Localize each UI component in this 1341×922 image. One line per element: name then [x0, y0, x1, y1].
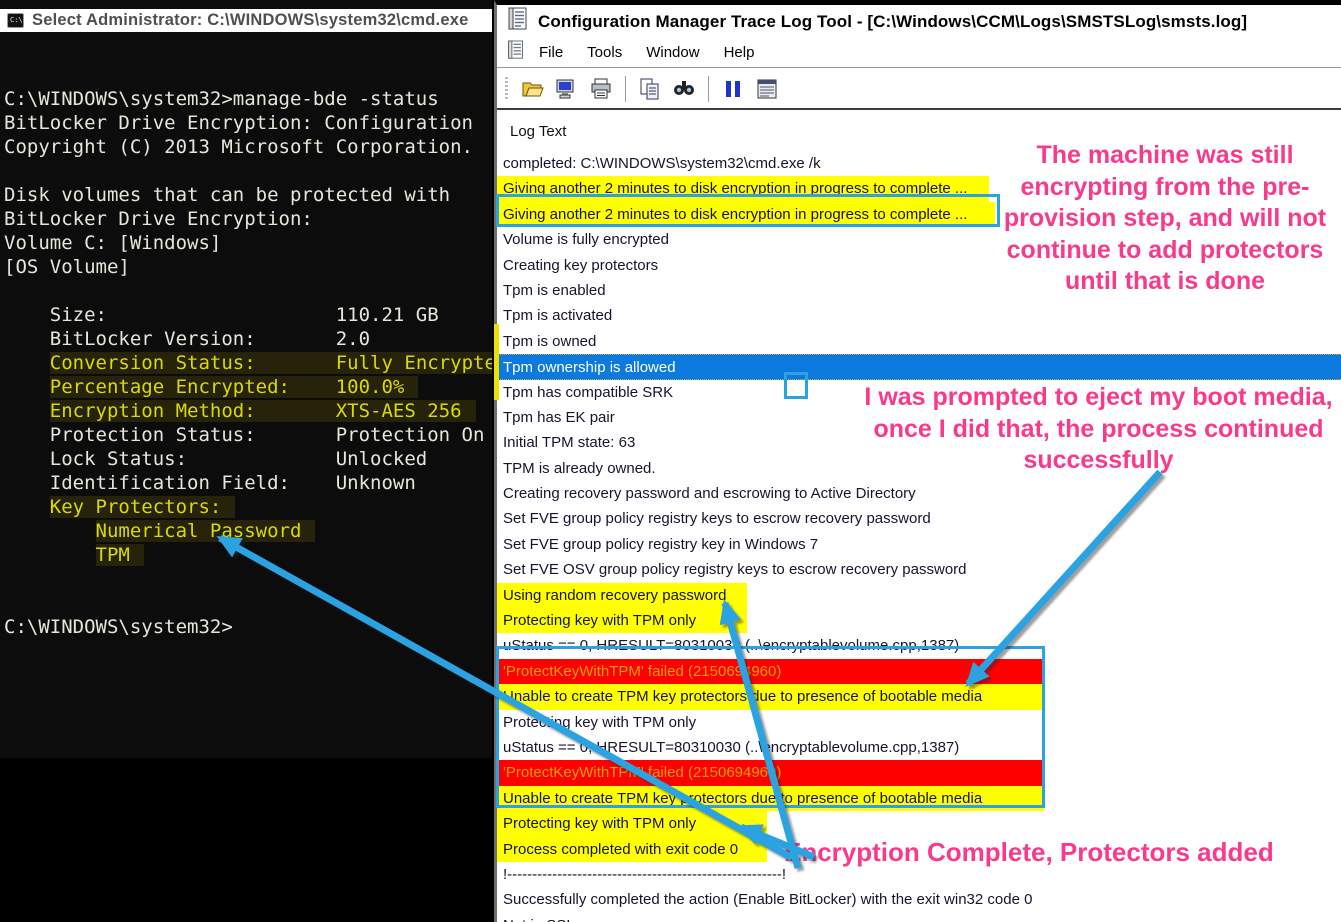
menu-file[interactable]: File	[539, 44, 563, 61]
cmd-line	[4, 159, 492, 183]
menu-tools[interactable]: Tools	[587, 44, 622, 61]
cmd-line: Copyright (C) 2013 Microsoft Corporation…	[4, 135, 492, 159]
cmd-line: Key Protectors:	[4, 495, 492, 519]
cmtrace-titlebar[interactable]: Configuration Manager Trace Log Tool - […	[497, 5, 1341, 38]
log-row[interactable]: Successfully completed the action (Enabl…	[497, 887, 1341, 912]
cmd-window-title: Select Administrator: C:\WINDOWS\system3…	[32, 11, 468, 30]
menu-help[interactable]: Help	[724, 44, 755, 61]
log-row[interactable]: Protecting key with TPM only	[497, 608, 1341, 633]
log-row[interactable]: Tpm ownership is allowed	[497, 354, 1341, 379]
note-eject-media: I was prompted to eject my boot media, o…	[856, 382, 1341, 477]
cmd-line: Lock Status: Unlocked	[4, 447, 492, 471]
cmd-line: Disk volumes that can be protected with	[4, 183, 492, 207]
cmtrace-app-icon	[507, 7, 529, 36]
log-row[interactable]: 'ProtectKeyWithTPM' failed (2150694960)	[497, 760, 1341, 785]
log-row[interactable]: Tpm is activated	[497, 303, 1341, 328]
document-icon	[507, 40, 525, 65]
cmd-line: BitLocker Drive Encryption: Configuratio…	[4, 111, 492, 135]
screenshot-root: C:\ Select Administrator: C:\WINDOWS\sys…	[0, 0, 1341, 922]
cmd-line: Conversion Status: Fully Encrypted	[4, 351, 492, 375]
cmd-line: Volume C: [Windows]	[4, 231, 492, 255]
cmd-icon: C:\	[7, 13, 24, 28]
cmd-line	[4, 279, 492, 303]
cmd-terminal-output[interactable]: C:\WINDOWS\system32>manage-bde -statusBi…	[0, 32, 492, 758]
cmd-line: C:\WINDOWS\system32>manage-bde -status	[4, 87, 492, 111]
cmd-line: [OS Volume]	[4, 255, 492, 279]
find-icon[interactable]	[672, 77, 696, 101]
log-row[interactable]: Protecting key with TPM only	[497, 811, 1341, 836]
cmd-line	[4, 567, 492, 591]
cmd-line: BitLocker Version: 2.0	[4, 327, 492, 351]
copy-icon[interactable]	[638, 77, 662, 101]
log-row[interactable]: Set FVE OSV group policy registry keys t…	[497, 557, 1341, 582]
cmd-window: C:\ Select Administrator: C:\WINDOWS\sys…	[0, 0, 492, 758]
log-row[interactable]: Using random recovery password	[497, 583, 1341, 608]
print-icon[interactable]	[589, 77, 613, 101]
open-file-icon[interactable]	[521, 77, 545, 101]
pause-icon[interactable]	[721, 77, 745, 101]
cmtrace-toolbar	[497, 69, 1341, 110]
note-encryption-complete: Encryption Complete, Protectors added	[784, 838, 1341, 866]
log-row[interactable]: uStatus == 0, HRESULT=80310030 (..\encry…	[497, 735, 1341, 760]
view-host-icon[interactable]	[555, 77, 579, 101]
log-row[interactable]: Set FVE group policy registry keys to es…	[497, 506, 1341, 531]
cmd-line	[4, 591, 492, 615]
cmd-line: Identification Field: Unknown	[4, 471, 492, 495]
log-layout-icon[interactable]	[755, 77, 779, 101]
cmd-titlebar[interactable]: C:\ Select Administrator: C:\WINDOWS\sys…	[0, 9, 492, 32]
log-row[interactable]: Protecting key with TPM only	[497, 710, 1341, 735]
cmd-line: Protection Status: Protection On	[4, 423, 492, 447]
cmtrace-window-title: Configuration Manager Trace Log Tool - […	[538, 12, 1247, 32]
toolbar-separator	[625, 76, 626, 102]
cmtrace-menubar: File Tools Window Help	[497, 38, 1341, 68]
toolbar-separator	[708, 76, 709, 102]
log-row[interactable]: Not in SSL	[497, 913, 1341, 922]
cmd-line: Encryption Method: XTS-AES 256	[4, 399, 492, 423]
cmd-line: C:\WINDOWS\system32>	[4, 615, 492, 639]
cmd-line: Size: 110.21 GB	[4, 303, 492, 327]
log-row[interactable]: Unable to create TPM key protectors due …	[497, 684, 1341, 709]
log-row[interactable]: Tpm is owned	[497, 329, 1341, 354]
menu-window[interactable]: Window	[646, 44, 699, 61]
cmd-line: BitLocker Drive Encryption:	[4, 207, 492, 231]
cmd-line: Percentage Encrypted: 100.0%	[4, 375, 492, 399]
log-row[interactable]: Set FVE group policy registry key in Win…	[497, 532, 1341, 557]
log-row[interactable]: uStatus == 0, HRESULT=80310030 (..\encry…	[497, 633, 1341, 658]
toolbar-drag-handle[interactable]	[505, 77, 508, 101]
cmd-line: Numerical Password	[4, 519, 492, 543]
log-row[interactable]: 'ProtectKeyWithTPM' failed (2150694960)	[497, 659, 1341, 684]
log-row[interactable]: Unable to create TPM key protectors due …	[497, 786, 1341, 811]
note-still-encrypting: The machine was still encrypting from th…	[992, 140, 1338, 298]
log-row[interactable]: Creating recovery password and escrowing…	[497, 481, 1341, 506]
cmd-line	[4, 63, 492, 87]
cmd-line: TPM	[4, 543, 492, 567]
